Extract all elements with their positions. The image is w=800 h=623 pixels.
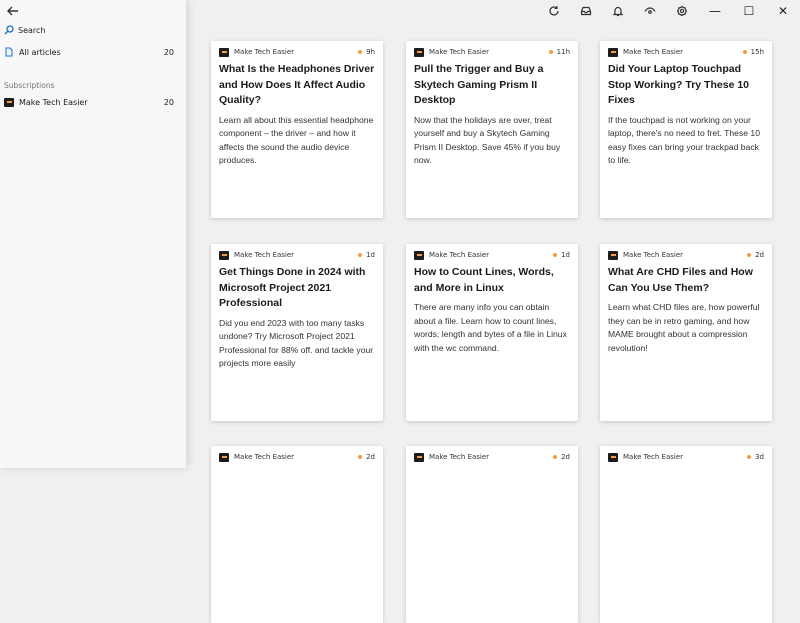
card-time: 1d <box>366 251 375 259</box>
sidebar-item-count: 20 <box>163 47 174 57</box>
card-header: Make Tech Easier 1d <box>219 250 375 260</box>
card-summary: Learn all about this essential headphone… <box>219 114 374 166</box>
card-source: Make Tech Easier <box>623 453 684 461</box>
card-header: Make Tech Easier 9h <box>219 47 375 57</box>
eye-icon <box>644 7 656 14</box>
card-source: Make Tech Easier <box>234 48 295 56</box>
source-favicon-icon <box>608 250 618 260</box>
settings-button[interactable] <box>666 0 698 22</box>
card-summary: Now that the holidays are over, treat yo… <box>414 114 561 166</box>
card-time: 11h <box>556 48 570 56</box>
card-title: Pull the Trigger and Buy a Skytech Gamin… <box>414 63 544 106</box>
unread-dot-icon <box>358 50 363 54</box>
card-header: Make Tech Easier 2d <box>608 250 764 260</box>
article-card[interactable]: Make Tech Easier 15h Did Your Laptop Tou… <box>600 41 772 218</box>
card-header: Make Tech Easier 2d <box>219 452 375 462</box>
card-source: Make Tech Easier <box>234 251 295 259</box>
sidebar-item-count: 20 <box>163 97 174 107</box>
card-title: Get Things Done in 2024 with Microsoft P… <box>219 266 366 309</box>
refresh-button[interactable] <box>538 0 570 22</box>
card-summary: If the touchpad is not working on your l… <box>608 114 760 166</box>
source-favicon-icon <box>219 452 229 462</box>
article-card[interactable]: Make Tech Easier 3d <box>600 446 772 623</box>
card-source: Make Tech Easier <box>234 453 295 461</box>
article-card[interactable]: Make Tech Easier 2d <box>406 446 578 623</box>
source-favicon-icon <box>414 47 424 57</box>
minimize-button[interactable]: — <box>698 0 732 22</box>
gear-icon <box>677 6 687 16</box>
inbox-icon <box>580 6 592 16</box>
card-header: Make Tech Easier 1d <box>414 250 570 260</box>
article-card[interactable]: Make Tech Easier 1d How to Count Lines, … <box>406 244 578 421</box>
card-time: 9h <box>366 48 375 56</box>
sidebar-item-label: All articles <box>19 47 61 57</box>
search-icon <box>4 25 14 35</box>
card-summary: Learn what CHD files are, how powerful t… <box>608 302 760 353</box>
card-title: How to Count Lines, Words, and More in L… <box>414 266 554 294</box>
card-header: Make Tech Easier 11h <box>414 47 570 57</box>
article-card[interactable]: Make Tech Easier 11h Pull the Trigger an… <box>406 41 578 218</box>
make-tech-easier-favicon-icon <box>4 97 14 107</box>
sidebar-item-label: Make Tech Easier <box>19 97 88 107</box>
unread-dot-icon <box>742 50 747 54</box>
top-toolbar: — ☐ ✕ <box>538 0 800 22</box>
view-button[interactable] <box>634 0 666 22</box>
article-card[interactable]: Make Tech Easier 9h What Is the Headphon… <box>211 41 383 218</box>
unread-dot-icon <box>553 253 558 257</box>
card-summary: Did you end 2023 with too many tasks und… <box>219 317 374 369</box>
article-card[interactable]: Make Tech Easier 1d Get Things Done in 2… <box>211 244 383 421</box>
source-favicon-icon <box>414 250 424 260</box>
unread-dot-icon <box>553 455 558 459</box>
refresh-icon <box>549 6 559 16</box>
unread-dot-icon <box>358 455 363 459</box>
article-card[interactable]: Make Tech Easier 2d What Are CHD Files a… <box>600 244 772 421</box>
source-favicon-icon <box>414 452 424 462</box>
sidebar-item-all-articles[interactable]: All articles 20 <box>4 47 174 57</box>
subscriptions-heading: Subscriptions <box>4 81 55 90</box>
card-source: Make Tech Easier <box>429 453 490 461</box>
mark-all-read-button[interactable] <box>570 0 602 22</box>
card-header: Make Tech Easier 3d <box>608 452 764 462</box>
sidebar: Search All articles 20 Subscriptions Mak… <box>0 0 186 468</box>
notifications-button[interactable] <box>602 0 634 22</box>
card-time: 3d <box>755 453 764 461</box>
back-button[interactable] <box>6 3 20 17</box>
card-title: Did Your Laptop Touchpad Stop Working? T… <box>608 63 750 106</box>
card-header: Make Tech Easier 2d <box>414 452 570 462</box>
card-header: Make Tech Easier 15h <box>608 47 764 57</box>
close-button[interactable]: ✕ <box>766 0 800 22</box>
bell-icon <box>612 6 624 17</box>
card-time: 1d <box>561 251 570 259</box>
card-source: Make Tech Easier <box>623 251 684 259</box>
unread-dot-icon <box>548 50 553 54</box>
sidebar-item-make-tech-easier[interactable]: Make Tech Easier 20 <box>4 97 174 107</box>
card-time: 2d <box>366 453 375 461</box>
source-favicon-icon <box>608 47 618 57</box>
card-summary: There are many info you can obtain about… <box>414 302 567 353</box>
search-label: Search <box>18 25 46 35</box>
source-favicon-icon <box>219 47 229 57</box>
article-card[interactable]: Make Tech Easier 2d <box>211 446 383 623</box>
card-time: 15h <box>750 48 764 56</box>
card-source: Make Tech Easier <box>429 48 490 56</box>
card-title: What Is the Headphones Driver and How Do… <box>219 63 375 106</box>
unread-dot-icon <box>747 253 752 257</box>
card-source: Make Tech Easier <box>429 251 490 259</box>
source-favicon-icon <box>219 250 229 260</box>
card-time: 2d <box>561 453 570 461</box>
card-source: Make Tech Easier <box>623 48 684 56</box>
card-time: 2d <box>755 251 764 259</box>
card-title: What Are CHD Files and How Can You Use T… <box>608 266 753 294</box>
search-button[interactable]: Search <box>4 25 45 35</box>
unread-dot-icon <box>358 253 363 257</box>
unread-dot-icon <box>747 455 752 459</box>
source-favicon-icon <box>608 452 618 462</box>
maximize-button[interactable]: ☐ <box>732 0 766 22</box>
article-grid-area: — ☐ ✕ Make Tech Easier 9h What Is the He… <box>186 0 800 623</box>
document-icon <box>4 47 14 57</box>
back-arrow-icon <box>7 6 18 16</box>
